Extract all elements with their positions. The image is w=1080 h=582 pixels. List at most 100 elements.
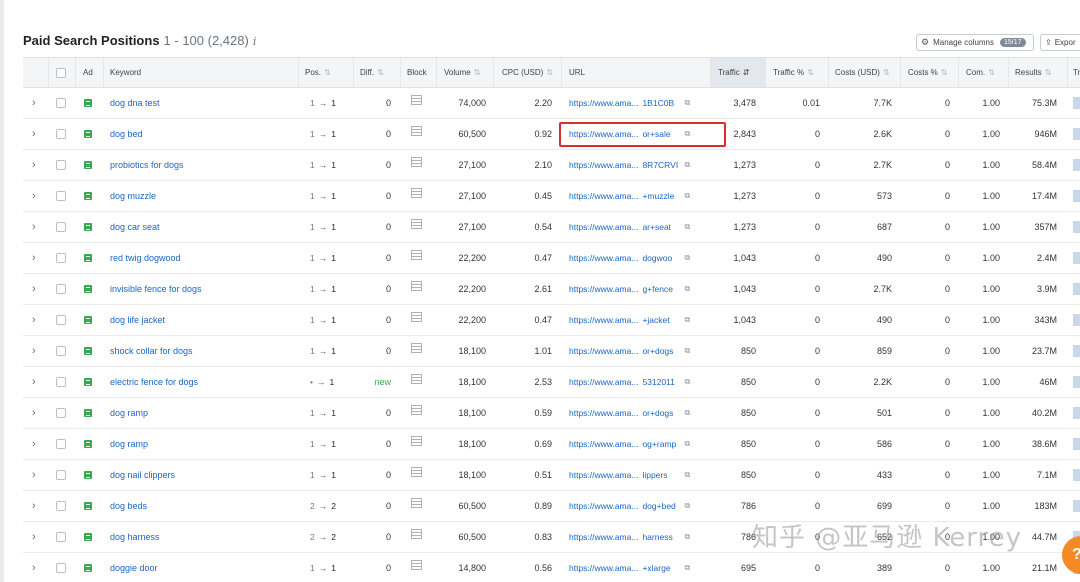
- row-checkbox[interactable]: [56, 253, 66, 263]
- expand-row-icon[interactable]: ›: [32, 407, 36, 419]
- keyword-link[interactable]: dog life jacket: [110, 315, 165, 325]
- serp-block-icon[interactable]: [411, 250, 422, 260]
- row-checkbox[interactable]: [56, 439, 66, 449]
- keyword-link[interactable]: dog beds: [110, 501, 147, 511]
- col-diff[interactable]: Diff. ⇅: [360, 58, 384, 87]
- url-link[interactable]: https://www.ama... 5312011 ⧉: [569, 367, 690, 397]
- expand-row-icon[interactable]: ›: [32, 500, 36, 512]
- serp-block-icon[interactable]: [411, 405, 422, 415]
- serp-block-icon[interactable]: [411, 126, 422, 136]
- expand-row-icon[interactable]: ›: [32, 531, 36, 543]
- url-link[interactable]: https://www.ama... dogwoo ⧉: [569, 243, 690, 273]
- expand-row-icon[interactable]: ›: [32, 252, 36, 264]
- url-link[interactable]: https://www.ama... ar+seat ⧉: [569, 212, 690, 242]
- serp-block-icon[interactable]: [411, 436, 422, 446]
- expand-row-icon[interactable]: ›: [32, 469, 36, 481]
- serp-block-icon[interactable]: [411, 498, 422, 508]
- col-costs-pct[interactable]: Costs % ⇅: [908, 58, 948, 87]
- url-link[interactable]: https://www.ama... +muzzle ⧉: [569, 181, 690, 211]
- row-checkbox[interactable]: [56, 98, 66, 108]
- row-checkbox[interactable]: [56, 532, 66, 542]
- expand-row-icon[interactable]: ›: [32, 190, 36, 202]
- row-checkbox[interactable]: [56, 377, 66, 387]
- keyword-link[interactable]: dog ramp: [110, 439, 148, 449]
- col-traffic[interactable]: Traffic ⇵: [710, 58, 765, 87]
- col-traffic-pct[interactable]: Traffic % ⇅: [773, 58, 814, 87]
- row-checkbox[interactable]: [56, 408, 66, 418]
- serp-block-icon[interactable]: [411, 188, 422, 198]
- serp-block-icon[interactable]: [411, 467, 422, 477]
- export-button[interactable]: ⇪ Expor: [1040, 34, 1080, 51]
- serp-block-icon[interactable]: [411, 157, 422, 167]
- row-checkbox[interactable]: [56, 563, 66, 573]
- url-link[interactable]: https://www.ama... 1B1C0B ⧉: [569, 88, 690, 118]
- url-link[interactable]: https://www.ama... 8R7CRVI ⧉: [569, 150, 690, 180]
- url-link[interactable]: https://www.ama... g+fence ⧉: [569, 274, 690, 304]
- ad-icon: [84, 533, 92, 541]
- keyword-link[interactable]: invisible fence for dogs: [110, 284, 202, 294]
- col-costs[interactable]: Costs (USD) ⇅: [835, 58, 890, 87]
- url-link[interactable]: https://www.ama... +xlarge ⧉: [569, 553, 690, 582]
- col-com[interactable]: Com. ⇅: [966, 58, 995, 87]
- manage-columns-button[interactable]: ⚙ Manage columns 15/17: [916, 34, 1034, 51]
- serp-block-icon[interactable]: [411, 281, 422, 291]
- col-pos[interactable]: Pos. ⇅: [305, 58, 331, 87]
- diff-value: 0: [385, 501, 391, 511]
- row-checkbox[interactable]: [56, 191, 66, 201]
- row-checkbox[interactable]: [56, 284, 66, 294]
- expand-row-icon[interactable]: ›: [32, 97, 36, 109]
- col-results[interactable]: Results ⇅: [1015, 58, 1051, 87]
- expand-row-icon[interactable]: ›: [32, 128, 36, 140]
- keyword-link[interactable]: electric fence for dogs: [110, 377, 198, 387]
- serp-block-icon[interactable]: [411, 95, 422, 105]
- keyword-link[interactable]: dog ramp: [110, 408, 148, 418]
- url-link[interactable]: https://www.ama... og+ramp ⧉: [569, 429, 690, 459]
- keyword-link[interactable]: probiotics for dogs: [110, 160, 184, 170]
- serp-block-icon[interactable]: [411, 219, 422, 229]
- row-checkbox[interactable]: [56, 160, 66, 170]
- traffic-value: 695: [740, 563, 756, 573]
- table-row: › red twig dogwood 1 → 1 0 22,200 0.47 https://w…: [23, 243, 1080, 274]
- col-cpc[interactable]: CPC (USD) ⇅: [502, 58, 553, 87]
- row-checkbox[interactable]: [56, 501, 66, 511]
- row-checkbox[interactable]: [56, 470, 66, 480]
- info-icon[interactable]: i: [253, 35, 257, 48]
- keyword-link[interactable]: dog bed: [110, 129, 143, 139]
- url-link[interactable]: https://www.ama... lippers ⧉: [569, 460, 690, 490]
- serp-block-icon[interactable]: [411, 374, 422, 384]
- serp-block-icon[interactable]: [411, 560, 422, 570]
- expand-row-icon[interactable]: ›: [32, 314, 36, 326]
- keyword-link[interactable]: dog car seat: [110, 222, 160, 232]
- col-volume[interactable]: Volume ⇅: [444, 58, 480, 87]
- expand-row-icon[interactable]: ›: [32, 562, 36, 574]
- url-link[interactable]: https://www.ama... +jacket ⧉: [569, 305, 690, 335]
- keyword-link[interactable]: doggie door: [110, 563, 158, 573]
- keyword-link[interactable]: dog nail clippers: [110, 470, 175, 480]
- serp-block-icon[interactable]: [411, 529, 422, 539]
- expand-row-icon[interactable]: ›: [32, 376, 36, 388]
- url-link[interactable]: https://www.ama... harness ⧉: [569, 522, 690, 552]
- serp-block-icon[interactable]: [411, 312, 422, 322]
- keyword-link[interactable]: red twig dogwood: [110, 253, 181, 263]
- row-checkbox[interactable]: [56, 129, 66, 139]
- expand-row-icon[interactable]: ›: [32, 345, 36, 357]
- expand-row-icon[interactable]: ›: [32, 438, 36, 450]
- keyword-link[interactable]: dog muzzle: [110, 191, 156, 201]
- keyword-link[interactable]: dog harness: [110, 532, 160, 542]
- select-all-checkbox[interactable]: [56, 58, 66, 87]
- row-checkbox[interactable]: [56, 315, 66, 325]
- url-link[interactable]: https://www.ama... or+dogs ⧉: [569, 398, 690, 428]
- expand-row-icon[interactable]: ›: [32, 283, 36, 295]
- url-link[interactable]: https://www.ama... or+sale ⧉: [569, 119, 690, 149]
- row-checkbox[interactable]: [56, 346, 66, 356]
- keyword-link[interactable]: shock collar for dogs: [110, 346, 193, 356]
- url-link[interactable]: https://www.ama... dog+bed ⧉: [569, 491, 690, 521]
- row-checkbox[interactable]: [56, 222, 66, 232]
- keyword-link[interactable]: dog dna test: [110, 98, 160, 108]
- url-link[interactable]: https://www.ama... or+dogs ⧉: [569, 336, 690, 366]
- col-keyword[interactable]: Keyword: [110, 58, 141, 87]
- expand-row-icon[interactable]: ›: [32, 221, 36, 233]
- table-row: › doggie door 1 → 1 0 14,800 0.56 https://www.am…: [23, 553, 1080, 582]
- expand-row-icon[interactable]: ›: [32, 159, 36, 171]
- serp-block-icon[interactable]: [411, 343, 422, 353]
